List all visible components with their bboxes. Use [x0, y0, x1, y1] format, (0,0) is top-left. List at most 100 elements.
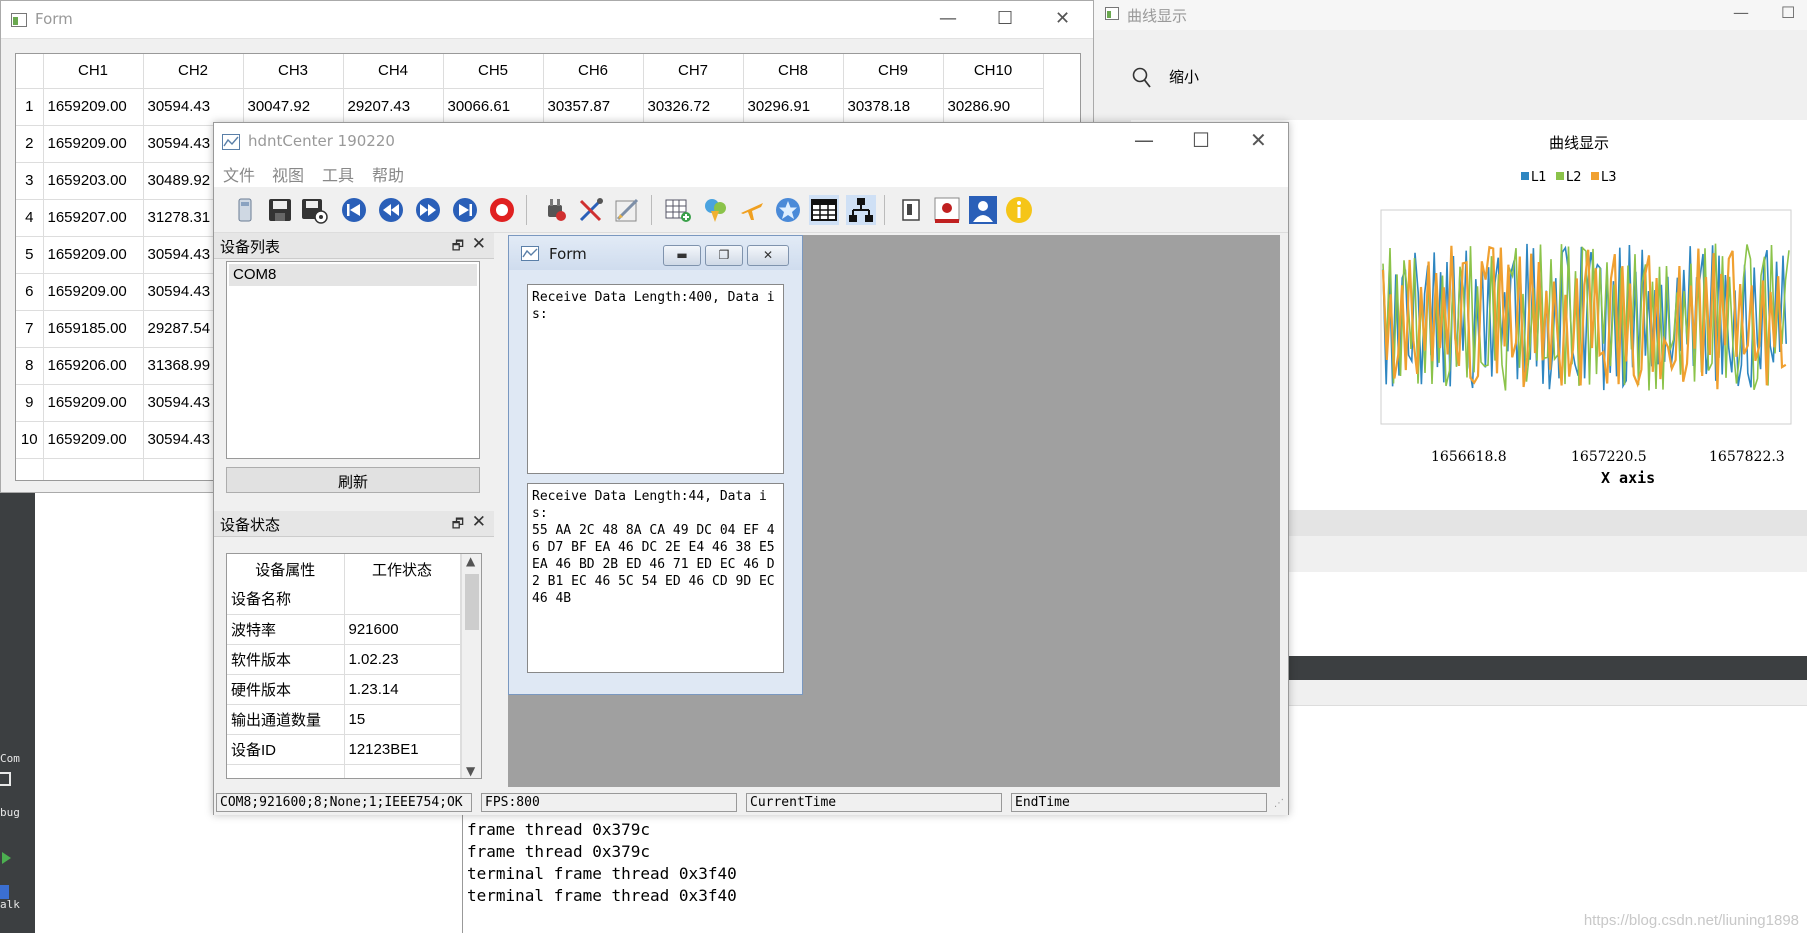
- maximize-button[interactable]: ❐: [705, 245, 743, 266]
- scrollbar-thumb[interactable]: [465, 574, 479, 630]
- float-icon[interactable]: 🗗: [452, 237, 464, 259]
- table-row[interactable]: 设备名称: [227, 584, 461, 615]
- maximize-button[interactable]: ☐: [1781, 3, 1795, 22]
- table-row[interactable]: 设备ID 12123BE1: [227, 734, 461, 765]
- table-corner[interactable]: [16, 54, 44, 89]
- close-button[interactable]: ✕: [1055, 8, 1070, 29]
- shapes-icon[interactable]: [701, 195, 731, 225]
- tools-icon[interactable]: [576, 195, 606, 225]
- table-cell[interactable]: 1659209.00: [43, 384, 144, 422]
- device-status-table[interactable]: 设备属性 工作状态 设备名称 波特率 921600 软件版本 1.02.23 硬件版…: [226, 553, 482, 779]
- network-star-icon[interactable]: [773, 195, 803, 225]
- skip-last-icon[interactable]: [450, 195, 480, 225]
- table-cell[interactable]: 1659185.00: [43, 310, 144, 348]
- column-header[interactable]: CH7: [643, 54, 744, 89]
- column-header[interactable]: CH6: [543, 54, 644, 89]
- menu-help[interactable]: 帮助: [372, 162, 404, 186]
- table-cell[interactable]: 30066.61: [443, 88, 544, 126]
- hierarchy-icon[interactable]: [846, 195, 876, 225]
- column-header[interactable]: CH8: [743, 54, 844, 89]
- table-cell[interactable]: 1659209.00: [43, 236, 144, 274]
- row-header[interactable]: 9: [16, 384, 44, 422]
- row-header[interactable]: 6: [16, 273, 44, 311]
- vertical-scrollbar[interactable]: ▲ ▼: [461, 554, 481, 778]
- row-header[interactable]: 1: [16, 88, 44, 126]
- maximize-button[interactable]: ☐: [1192, 128, 1210, 152]
- menu-view[interactable]: 视图: [272, 162, 304, 186]
- device-icon[interactable]: [896, 195, 926, 225]
- table-row[interactable]: 硬件版本 1.23.14: [227, 674, 461, 705]
- column-header[interactable]: CH2: [143, 54, 244, 89]
- float-icon[interactable]: 🗗: [452, 515, 464, 537]
- column-header[interactable]: CH10: [943, 54, 1044, 89]
- open-icon[interactable]: [230, 195, 260, 225]
- table-cell[interactable]: 1659209.00: [43, 421, 144, 459]
- row-header[interactable]: 4: [16, 199, 44, 237]
- receive-form-titlebar[interactable]: Form ▬ ❐ ✕: [509, 236, 802, 270]
- minimize-button[interactable]: —: [1134, 128, 1154, 152]
- save-as-icon[interactable]: [299, 195, 329, 225]
- fast-forward-icon[interactable]: [413, 195, 443, 225]
- user-icon[interactable]: [968, 195, 998, 225]
- close-button[interactable]: ✕: [747, 245, 789, 266]
- column-header[interactable]: 工作状态: [344, 554, 461, 584]
- table-cell[interactable]: 30357.87: [543, 88, 644, 126]
- column-header[interactable]: CH5: [443, 54, 544, 89]
- table-cell[interactable]: 29207.43: [343, 88, 444, 126]
- maximize-button[interactable]: ☐: [997, 8, 1013, 29]
- table-cell[interactable]: 30326.72: [643, 88, 744, 126]
- chart-window-titlebar[interactable]: 曲线显示 — ☐: [1093, 0, 1807, 30]
- scroll-down-icon[interactable]: ▼: [466, 764, 475, 778]
- monitor-icon[interactable]: [0, 772, 11, 786]
- table-window-titlebar[interactable]: Form — ☐ ✕: [1, 1, 1093, 39]
- row-header[interactable]: 7: [16, 310, 44, 348]
- table-row[interactable]: 输出通道数量 15: [227, 704, 461, 735]
- minimize-button[interactable]: —: [939, 8, 957, 29]
- resize-grip-icon[interactable]: ⋰: [1274, 798, 1284, 809]
- run-icon[interactable]: [2, 852, 11, 864]
- row-header[interactable]: 8: [16, 347, 44, 385]
- table-cell[interactable]: 30286.90: [943, 88, 1044, 126]
- device-item-com8[interactable]: COM8: [229, 264, 477, 286]
- settings-pencil-icon[interactable]: [612, 195, 642, 225]
- close-icon[interactable]: ✕: [472, 234, 486, 254]
- rewind-icon[interactable]: [376, 195, 406, 225]
- add-grid-icon[interactable]: [663, 195, 693, 225]
- table-row[interactable]: 1 1659209.00 30594.43 30047.92 29207.43 30066…: [16, 88, 1044, 126]
- receive-text-area-2[interactable]: Receive Data Length:44, Data is: 55 AA 2…: [527, 483, 784, 673]
- column-header[interactable]: CH1: [43, 54, 144, 89]
- connect-plug-icon[interactable]: [540, 195, 570, 225]
- table-cell[interactable]: 1659209.00: [43, 125, 144, 163]
- device-list-dock-header[interactable]: 设备列表 🗗 ✕: [214, 233, 494, 259]
- row-header[interactable]: 2: [16, 125, 44, 163]
- table-row[interactable]: 波特率 921600: [227, 614, 461, 645]
- row-header[interactable]: 5: [16, 236, 44, 274]
- main-window-titlebar[interactable]: hdntCenter 190220 — ☐ ✕: [214, 123, 1288, 159]
- build-icon[interactable]: [0, 885, 9, 899]
- receive-text-area-1[interactable]: Receive Data Length:400, Data is:: [527, 284, 784, 474]
- skip-first-icon[interactable]: [339, 195, 369, 225]
- table-cell[interactable]: 30296.91: [743, 88, 844, 126]
- close-button[interactable]: ✕: [1250, 128, 1267, 152]
- row-header[interactable]: 3: [16, 162, 44, 200]
- table-view-icon[interactable]: [809, 195, 839, 225]
- column-header[interactable]: CH9: [843, 54, 944, 89]
- menu-tools[interactable]: 工具: [322, 162, 354, 186]
- table-cell[interactable]: 1659207.00: [43, 199, 144, 237]
- table-cell[interactable]: 30594.43: [143, 88, 244, 126]
- column-header[interactable]: 设备属性: [227, 554, 345, 584]
- row-header[interactable]: 10: [16, 421, 44, 459]
- refresh-button[interactable]: 刷新: [226, 467, 480, 493]
- device-list[interactable]: COM8: [226, 261, 480, 459]
- table-cell[interactable]: 1659206.00: [43, 347, 144, 385]
- minimize-button[interactable]: —: [1733, 3, 1749, 22]
- zoom-out-button[interactable]: 缩小: [1169, 66, 1199, 87]
- device-status-dock-header[interactable]: 设备状态 🗗 ✕: [214, 511, 494, 537]
- info-icon[interactable]: [1004, 195, 1034, 225]
- table-cell[interactable]: 1659209.00: [43, 273, 144, 311]
- minimize-button[interactable]: ▬: [663, 245, 701, 266]
- close-icon[interactable]: ✕: [472, 512, 486, 532]
- config-icon[interactable]: [932, 195, 962, 225]
- table-cell[interactable]: 30047.92: [243, 88, 344, 126]
- table-row[interactable]: 软件版本 1.02.23: [227, 644, 461, 675]
